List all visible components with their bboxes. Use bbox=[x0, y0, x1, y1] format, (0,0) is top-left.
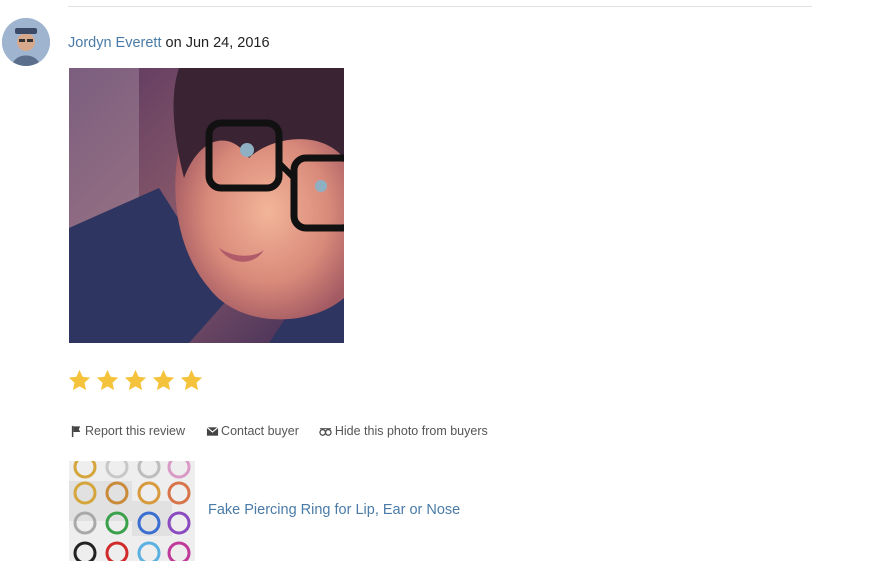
star-icon bbox=[180, 369, 203, 391]
report-review-link[interactable]: Report this review bbox=[69, 424, 185, 438]
product-title-link[interactable]: Fake Piercing Ring for Lip, Ear or Nose bbox=[208, 502, 460, 518]
contact-buyer-label: Contact buyer bbox=[221, 424, 299, 438]
review-byline: Jordyn Everett on Jun 24, 2016 bbox=[68, 34, 270, 52]
product-thumbnail-image bbox=[69, 461, 195, 561]
review-actions: Report this review Contact buyer Hide th… bbox=[69, 424, 508, 438]
star-icon bbox=[152, 369, 175, 391]
star-icon bbox=[68, 369, 91, 391]
review-photo-image bbox=[69, 68, 344, 343]
review-date: Jun 24, 2016 bbox=[185, 35, 270, 51]
star-icon bbox=[124, 369, 147, 391]
hide-photo-link[interactable]: Hide this photo from buyers bbox=[319, 424, 488, 438]
review-photo[interactable] bbox=[69, 68, 344, 343]
star-icon bbox=[96, 369, 119, 391]
product-thumbnail[interactable] bbox=[69, 461, 195, 561]
star-rating bbox=[67, 368, 204, 393]
top-divider bbox=[68, 6, 812, 7]
reviewer-name-link[interactable]: Jordyn Everett bbox=[68, 35, 162, 51]
eye-hidden-icon bbox=[319, 424, 333, 438]
reviewer-avatar[interactable] bbox=[2, 18, 50, 66]
envelope-icon bbox=[205, 424, 219, 438]
contact-buyer-link[interactable]: Contact buyer bbox=[205, 424, 299, 438]
avatar-image bbox=[2, 18, 50, 66]
date-prefix: on bbox=[161, 35, 186, 51]
flag-icon bbox=[69, 424, 83, 438]
hide-photo-label: Hide this photo from buyers bbox=[334, 424, 488, 438]
report-review-label: Report this review bbox=[85, 424, 186, 438]
